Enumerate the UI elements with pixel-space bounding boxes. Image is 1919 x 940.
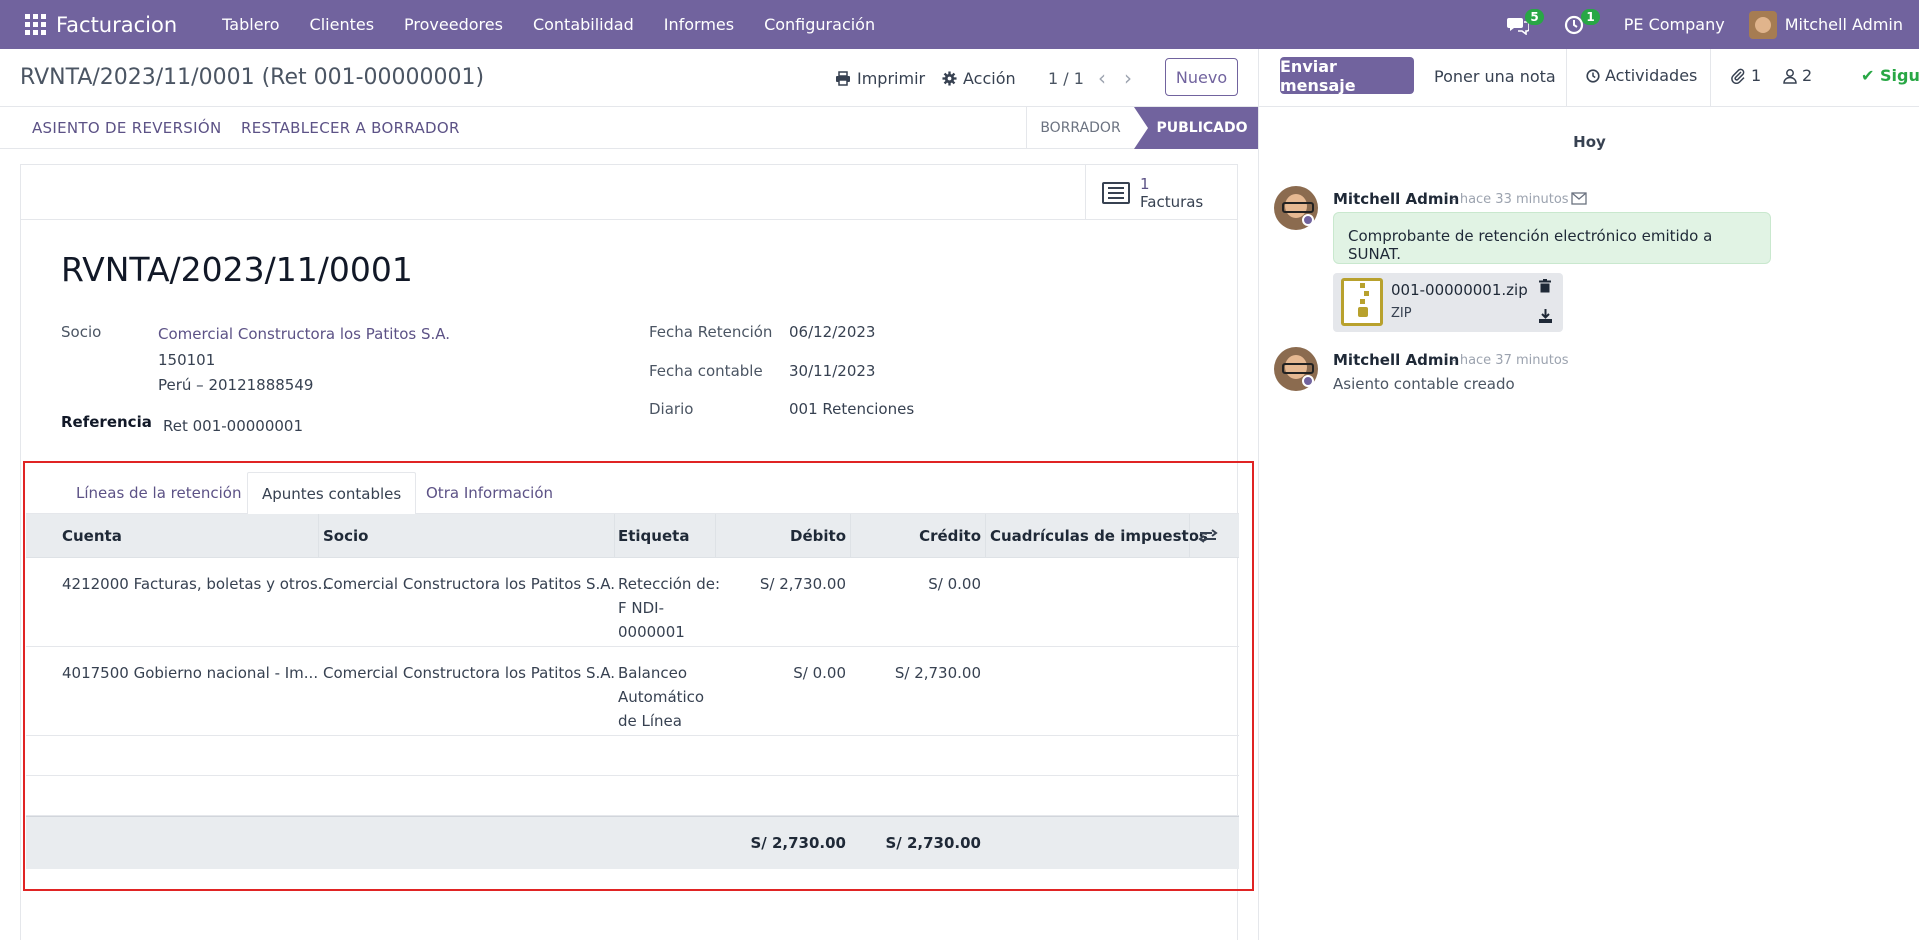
message-author[interactable]: Mitchell Admin	[1333, 351, 1459, 369]
menu-item-proveedores[interactable]: Proveedores	[389, 15, 518, 34]
apps-menu-icon[interactable]	[20, 10, 50, 40]
activities-label: Actividades	[1605, 66, 1698, 85]
partner-address-line2: 150101	[158, 351, 216, 369]
highlight-box	[23, 461, 1254, 891]
paperclip-icon	[1731, 68, 1745, 84]
button-box: 1 Facturas	[21, 165, 1237, 220]
check-icon: ✔	[1861, 66, 1875, 85]
attachments-count: 1	[1751, 66, 1762, 85]
activities-clock-icon[interactable]: 1	[1560, 8, 1600, 39]
record-title: RVNTA/2023/11/0001	[61, 250, 413, 289]
following-button[interactable]: ✔ Siguiendo	[1861, 66, 1919, 85]
followers-button[interactable]: 2	[1783, 66, 1812, 85]
stage-posted[interactable]: PUBLICADO	[1134, 107, 1258, 149]
message-body: Asiento contable creado	[1333, 375, 1515, 393]
partner-address-line3: Perú – 20121888549	[158, 376, 314, 394]
followers-count: 2	[1802, 66, 1813, 85]
stage-draft[interactable]: BORRADOR	[1026, 107, 1134, 149]
company-switcher[interactable]: PE Company	[1624, 15, 1725, 34]
messaging-icon[interactable]: 5	[1504, 8, 1544, 39]
send-message-button[interactable]: Enviar mensaje	[1280, 57, 1414, 95]
messages-count-badge: 5	[1525, 8, 1544, 25]
invoices-smart-button[interactable]: 1 Facturas	[1085, 165, 1237, 220]
user-avatar[interactable]	[1748, 10, 1777, 39]
attachment-card[interactable]: 001-00000001.zip ZIP	[1333, 273, 1563, 332]
message-author[interactable]: Mitchell Admin	[1333, 190, 1459, 208]
top-navbar: Facturacion Tablero Clientes Proveedores…	[0, 0, 1919, 49]
journal-label: Diario	[649, 400, 694, 418]
accounting-date-value: 30/11/2023	[789, 362, 876, 380]
partner-link[interactable]: Comercial Constructora los Patitos S.A.	[158, 325, 450, 343]
reset-to-draft-button[interactable]: RESTABLECER A BORRADOR	[241, 119, 460, 137]
attachments-button[interactable]: 1	[1730, 66, 1761, 85]
trash-icon[interactable]	[1539, 279, 1551, 297]
retention-date-value: 06/12/2023	[789, 323, 876, 341]
print-label: Imprimir	[857, 69, 926, 88]
clock-icon	[1586, 68, 1600, 83]
breadcrumb: RVNTA/2023/11/0001 (Ret 001-00000001)	[20, 65, 485, 90]
reference-value: Ret 001-00000001	[163, 417, 304, 435]
new-button[interactable]: Nuevo	[1165, 58, 1238, 96]
date-separator: Hoy	[1573, 133, 1606, 151]
reverse-entry-button[interactable]: ASIENTO DE REVERSIÓN	[32, 119, 221, 137]
accounting-date-label: Fecha contable	[649, 362, 763, 380]
presence-indicator	[1302, 375, 1314, 387]
main-menu: Tablero Clientes Proveedores Contabilida…	[207, 15, 890, 34]
message-bubble: Comprobante de retención electrónico emi…	[1333, 212, 1771, 264]
message-time: - hace 37 minutos	[1451, 353, 1569, 368]
retention-date-label: Fecha Retención	[649, 323, 773, 341]
attachment-name: 001-00000001.zip	[1391, 281, 1528, 299]
chatter-panel: Enviar mensaje Poner una nota Actividade…	[1258, 49, 1919, 940]
journal-value: 001 Retenciones	[789, 400, 915, 418]
menu-item-tablero[interactable]: Tablero	[207, 15, 294, 34]
envelope-icon	[1571, 190, 1587, 209]
gear-icon	[942, 71, 957, 86]
control-panel: RVNTA/2023/11/0001 (Ret 001-00000001) Im…	[0, 49, 1258, 107]
user-icon	[1783, 68, 1797, 84]
status-bar: ASIENTO DE REVERSIÓN RESTABLECER A BORRA…	[0, 107, 1258, 149]
reference-label: Referencia	[61, 413, 152, 431]
activities-count-badge: 1	[1581, 8, 1600, 25]
partner-label: Socio	[61, 323, 102, 341]
navbar-systray: 5 1 PE Company Mitchell Admin	[1504, 0, 1919, 49]
invoices-count: 1	[1140, 174, 1150, 193]
following-label: Siguiendo	[1879, 66, 1919, 85]
pager-next-icon[interactable]: ›	[1124, 66, 1132, 90]
download-icon[interactable]	[1539, 309, 1552, 327]
print-button[interactable]: Imprimir	[835, 69, 925, 88]
menu-item-configuracion[interactable]: Configuración	[749, 15, 890, 34]
list-icon	[1102, 181, 1130, 204]
log-note-button[interactable]: Poner una nota	[1434, 67, 1556, 86]
menu-item-clientes[interactable]: Clientes	[295, 15, 390, 34]
zip-file-icon	[1341, 278, 1383, 326]
chatter-topbar: Enviar mensaje Poner una nota Actividade…	[1259, 49, 1919, 107]
invoices-label: Facturas	[1140, 192, 1204, 211]
menu-item-informes[interactable]: Informes	[649, 15, 749, 34]
user-menu[interactable]: Mitchell Admin	[1785, 15, 1903, 34]
presence-indicator	[1302, 214, 1314, 226]
attachment-extension: ZIP	[1391, 306, 1412, 321]
menu-item-contabilidad[interactable]: Contabilidad	[518, 15, 649, 34]
action-label: Acción	[963, 69, 1016, 88]
action-button[interactable]: Acción	[942, 69, 1016, 88]
activities-button[interactable]: Actividades	[1586, 66, 1697, 85]
app-name[interactable]: Facturacion	[56, 13, 177, 37]
message-time: - hace 33 minutos	[1451, 192, 1569, 207]
print-icon	[836, 71, 850, 86]
pager-value[interactable]: 1 / 1	[1048, 69, 1084, 88]
pager-previous-icon[interactable]: ‹	[1098, 66, 1106, 90]
